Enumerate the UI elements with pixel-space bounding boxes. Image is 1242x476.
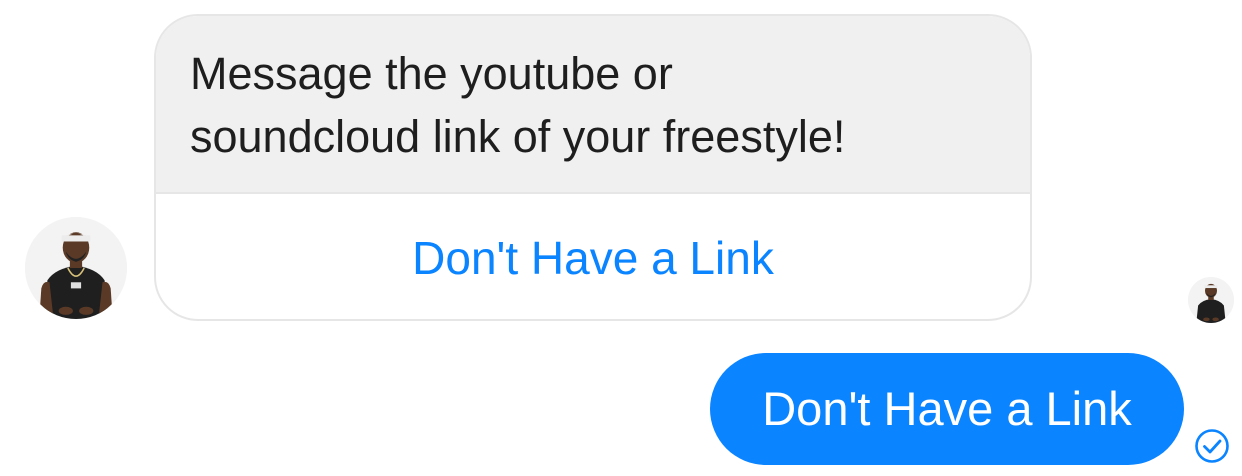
quick-reply-button[interactable]: Don't Have a Link bbox=[156, 194, 1030, 319]
read-receipt-avatar bbox=[1188, 277, 1234, 323]
bot-message-text: Message the youtube or soundcloud link o… bbox=[190, 42, 996, 168]
bot-message-line-1: Message the youtube or bbox=[190, 48, 673, 99]
person-avatar-icon bbox=[25, 217, 127, 319]
bot-message-card: Message the youtube or soundcloud link o… bbox=[154, 14, 1032, 321]
sender-avatar[interactable] bbox=[25, 217, 127, 319]
user-message-bubble[interactable]: Don't Have a Link bbox=[710, 353, 1184, 465]
chat-thread: Message the youtube or soundcloud link o… bbox=[0, 0, 1242, 476]
bot-message-line-2: soundcloud link of your freestyle! bbox=[190, 111, 846, 162]
check-circle-icon bbox=[1194, 428, 1230, 464]
person-avatar-small-icon bbox=[1188, 277, 1234, 323]
bot-message-text-area: Message the youtube or soundcloud link o… bbox=[156, 16, 1030, 194]
